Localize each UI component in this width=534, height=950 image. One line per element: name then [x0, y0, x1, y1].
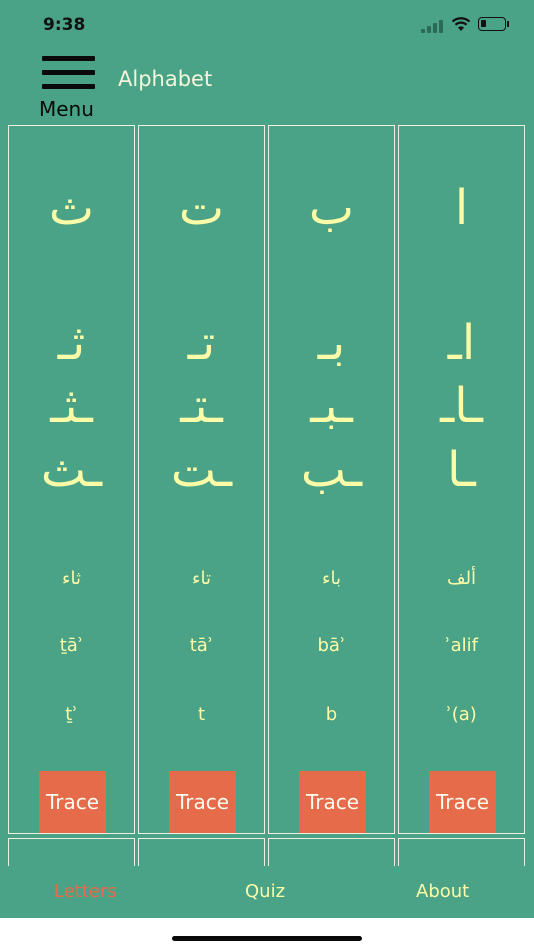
isolated-form: ا — [454, 180, 469, 236]
medial-form: ـاـ — [440, 378, 483, 434]
hamburger-icon-line — [42, 70, 95, 75]
letter-card[interactable]: ث ثـ ـثـ ـث ثاء ṯāʾ ṯʾ Trace — [8, 125, 135, 834]
home-indicator[interactable] — [172, 936, 362, 941]
letter-card[interactable]: ب بـ ـبـ ـب باء bāʾ b Trace — [268, 125, 395, 834]
letter-sound: b — [325, 704, 338, 725]
letter-card[interactable]: ت تـ ـتـ ـت تاء tāʾ t Trace — [138, 125, 265, 834]
menu-button[interactable]: Menu — [38, 55, 102, 123]
letter-transliteration: bāʾ — [317, 635, 346, 656]
final-form: ـث — [40, 442, 103, 498]
final-form: ـب — [300, 442, 363, 498]
tab-bar: Letters Quiz About — [0, 866, 534, 918]
letter-name-arabic: ألف — [446, 568, 477, 589]
isolated-form: ث — [48, 180, 95, 236]
trace-button[interactable]: Trace — [169, 771, 236, 833]
hamburger-icon-line — [42, 56, 95, 61]
final-form: ـت — [170, 442, 233, 498]
status-bar: 9:38 — [0, 0, 534, 50]
battery-icon — [478, 17, 506, 31]
letter-card-next[interactable] — [398, 838, 525, 866]
letter-card[interactable]: ا اـ ـاـ ـا ألف ʾalif ʾ(a) Trace — [398, 125, 525, 834]
trace-button[interactable]: Trace — [39, 771, 106, 833]
letter-sound: ʾ(a) — [446, 704, 477, 725]
letter-name-arabic: تاء — [192, 568, 211, 589]
signal-icon — [421, 19, 445, 33]
home-area — [0, 918, 534, 950]
letter-transliteration: ṯāʾ — [59, 635, 84, 656]
wifi-icon — [451, 17, 471, 31]
letter-card-next[interactable] — [138, 838, 265, 866]
medial-form: ـتـ — [180, 378, 223, 434]
hamburger-icon-line — [42, 84, 95, 89]
letter-transliteration: tāʾ — [189, 635, 214, 656]
letter-columns[interactable]: ث ثـ ـثـ ـث ثاء ṯāʾ ṯʾ Trace ت تـ ـتـ ـت… — [8, 125, 526, 866]
letter-sound: ṯʾ — [65, 704, 78, 725]
isolated-form: ب — [308, 180, 355, 236]
letter-card-next[interactable] — [268, 838, 395, 866]
medial-form: ـبـ — [310, 378, 353, 434]
medial-form: ـثـ — [50, 378, 93, 434]
isolated-form: ت — [178, 180, 225, 236]
trace-button[interactable]: Trace — [429, 771, 496, 833]
page-title: Alphabet — [118, 67, 213, 91]
letter-sound: t — [197, 704, 206, 725]
tab-letters[interactable]: Letters — [54, 881, 117, 902]
letter-name-arabic: باء — [322, 568, 341, 589]
initial-form: تـ — [187, 315, 216, 371]
tab-quiz[interactable]: Quiz — [245, 881, 285, 902]
initial-form: ثـ — [57, 315, 86, 371]
menu-label: Menu — [39, 97, 94, 121]
initial-form: اـ — [447, 315, 476, 371]
battery-cap — [507, 21, 509, 27]
initial-form: بـ — [317, 315, 346, 371]
status-time: 9:38 — [43, 15, 86, 35]
final-form: ـا — [447, 442, 476, 498]
trace-button[interactable]: Trace — [299, 771, 366, 833]
letter-name-arabic: ثاء — [62, 568, 81, 589]
letter-transliteration: ʾalif — [445, 635, 478, 656]
tab-about[interactable]: About — [416, 881, 469, 902]
letter-card-next[interactable] — [8, 838, 135, 866]
